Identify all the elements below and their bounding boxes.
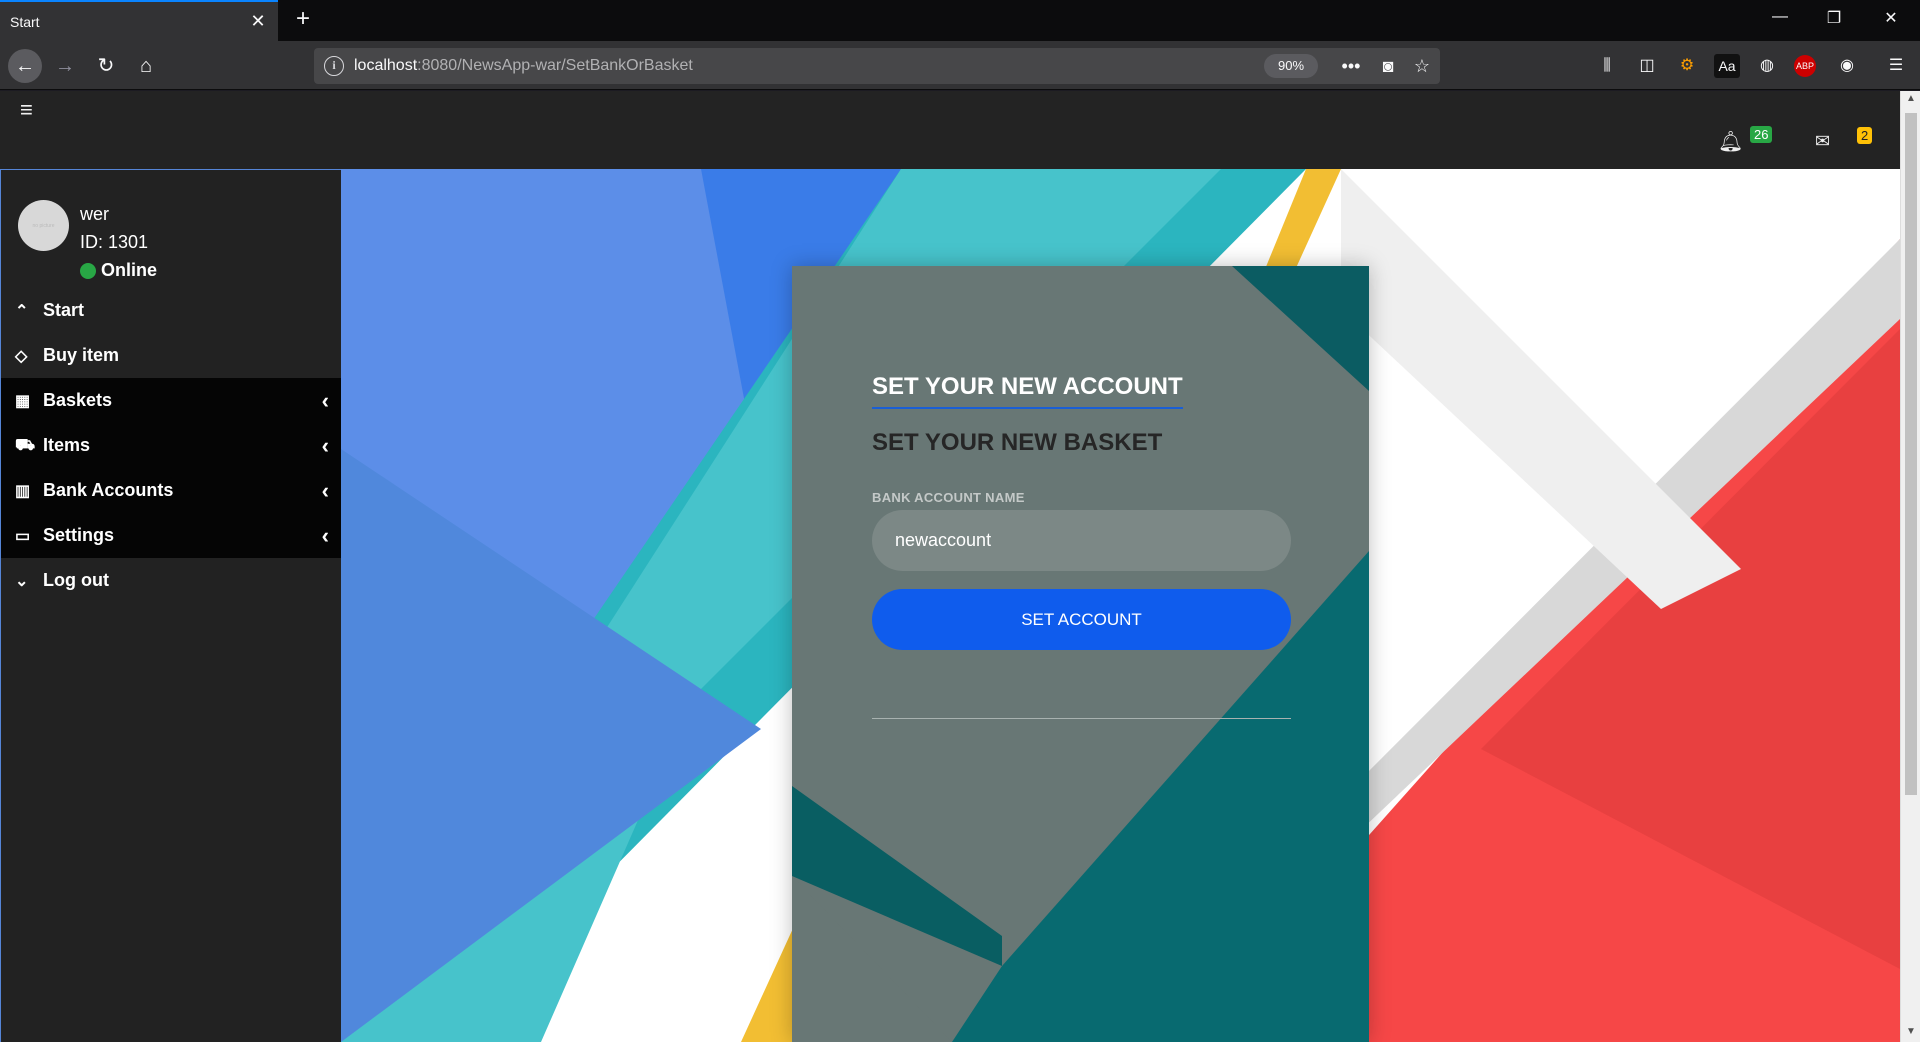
- sidebar-item-label: Buy item: [43, 345, 120, 365]
- sidebar-item-label: Settings: [43, 525, 115, 545]
- adblock-icon[interactable]: ABP: [1794, 55, 1816, 77]
- user-name: wer: [80, 204, 110, 224]
- sidebar-item-label: Bank Accounts: [43, 480, 174, 500]
- restore-icon[interactable]: ❐: [1822, 8, 1846, 28]
- app-topbar: ≡ 🔔︎ 26 ✉ 2: [0, 91, 1900, 169]
- browser-menu-icon[interactable]: ☰: [1883, 54, 1909, 78]
- chevron-down-icon: ⌄: [15, 572, 29, 590]
- bar-chart-icon: ▥: [15, 482, 31, 500]
- form-subtitle: SET YOUR NEW BASKET: [872, 429, 1163, 456]
- globe-icon[interactable]: ◍: [1754, 54, 1780, 78]
- browser-tab-start[interactable]: Start ✕: [0, 0, 278, 41]
- zoom-level[interactable]: 90%: [1264, 54, 1318, 78]
- sidebar-item-buy-item[interactable]: ◇ Buy item: [1, 333, 341, 378]
- account-icon[interactable]: ◉: [1834, 54, 1860, 78]
- scroll-down-icon[interactable]: ▼: [1901, 1026, 1920, 1037]
- new-tab-button[interactable]: +: [290, 6, 316, 32]
- page-scrollbar[interactable]: ▲ ▼: [1900, 91, 1920, 1042]
- set-account-button[interactable]: SET ACCOUNT: [872, 589, 1291, 650]
- cart-icon: ⛟: [15, 436, 36, 454]
- hero-background: SET YOUR NEW ACCOUNT SET YOUR NEW BASKET…: [341, 169, 1900, 1042]
- library-icon[interactable]: ⫼: [1594, 54, 1620, 78]
- diamond-icon: ◇: [15, 347, 28, 365]
- chevron-left-icon: ‹: [321, 478, 329, 503]
- chevron-left-icon: ‹: [321, 433, 329, 458]
- laptop-icon: ▭: [15, 527, 31, 545]
- notifications-badge: 26: [1750, 126, 1773, 143]
- account-form-card: SET YOUR NEW ACCOUNT SET YOUR NEW BASKET…: [792, 266, 1369, 1042]
- form-title: SET YOUR NEW ACCOUNT: [872, 373, 1183, 409]
- sidebar-item-label: Log out: [43, 570, 109, 590]
- browser-toolbar: ← → ↻ ⌂ i localhost:8080/NewsApp-war/Set…: [0, 41, 1920, 90]
- user-id: ID: 1301: [80, 232, 149, 252]
- user-status-label: Online: [101, 260, 158, 280]
- sidebar-item-baskets[interactable]: ▦ Baskets ‹: [1, 378, 341, 423]
- scroll-up-icon[interactable]: ▲: [1901, 93, 1920, 104]
- page-actions-icon[interactable]: •••: [1339, 54, 1363, 78]
- sidebar-item-settings[interactable]: ▭ Settings ‹: [1, 513, 341, 558]
- hamburger-menu-icon[interactable]: ≡: [20, 97, 33, 123]
- online-dot-icon: [80, 262, 96, 279]
- sidebar-toggle-icon[interactable]: ◫: [1634, 54, 1660, 78]
- window-close-icon[interactable]: ✕: [1879, 8, 1903, 28]
- close-tab-icon[interactable]: ✕: [248, 11, 268, 31]
- site-info-icon[interactable]: i: [324, 56, 344, 76]
- sidebar-item-label: Start: [43, 300, 85, 320]
- card-divider: [872, 718, 1291, 719]
- mail-icon[interactable]: ✉: [1815, 131, 1830, 152]
- url-text[interactable]: localhost:8080/NewsApp-war/SetBankOrBask…: [354, 57, 693, 75]
- sidebar-item-label: Baskets: [43, 390, 113, 410]
- bank-account-name-label: BANK ACCOUNT NAME: [872, 490, 1025, 505]
- sidebar-item-items[interactable]: ⛟ Items ‹: [1, 423, 341, 468]
- sidebar-item-bank-accounts[interactable]: ▥ Bank Accounts ‹: [1, 468, 341, 513]
- home-icon[interactable]: ⌂: [129, 49, 163, 83]
- extension-gear-icon[interactable]: ⚙: [1674, 54, 1700, 78]
- forward-icon[interactable]: →: [48, 49, 82, 83]
- messages-badge: 2: [1857, 127, 1873, 144]
- page-viewport: ≡ 🔔︎ 26 ✉ 2 no picture wer ID: 1301 Onli…: [0, 91, 1900, 1042]
- grid-icon: ▦: [15, 392, 31, 410]
- browser-tab-strip: Start ✕ + ― ❐ ✕: [0, 0, 1920, 41]
- bookmark-star-icon[interactable]: ☆: [1410, 54, 1434, 78]
- back-icon[interactable]: ←: [8, 49, 42, 83]
- chevron-left-icon: ‹: [321, 523, 329, 548]
- address-bar[interactable]: i localhost:8080/NewsApp-war/SetBankOrBa…: [314, 48, 1440, 84]
- tab-title: Start: [10, 13, 40, 30]
- sidebar: no picture wer ID: 1301 Online ⌃ Start ◇…: [0, 169, 341, 1042]
- avatar: no picture: [18, 200, 69, 251]
- bank-account-name-input[interactable]: [872, 510, 1291, 571]
- minimize-icon[interactable]: ―: [1768, 8, 1792, 26]
- sidebar-item-label: Items: [43, 435, 91, 455]
- scroll-thumb[interactable]: [1905, 113, 1917, 795]
- sidebar-item-start[interactable]: ⌃ Start: [1, 288, 341, 333]
- sidebar-item-log-out[interactable]: ⌄ Log out: [1, 558, 341, 603]
- dictionary-icon[interactable]: Aa: [1714, 54, 1740, 78]
- chevron-up-icon: ⌃: [15, 302, 29, 320]
- pocket-icon[interactable]: ◙: [1376, 54, 1400, 78]
- reload-icon[interactable]: ↻: [89, 49, 123, 83]
- user-status: Online: [80, 260, 157, 281]
- chevron-left-icon: ‹: [321, 388, 329, 413]
- bell-icon[interactable]: 🔔︎: [1718, 129, 1743, 154]
